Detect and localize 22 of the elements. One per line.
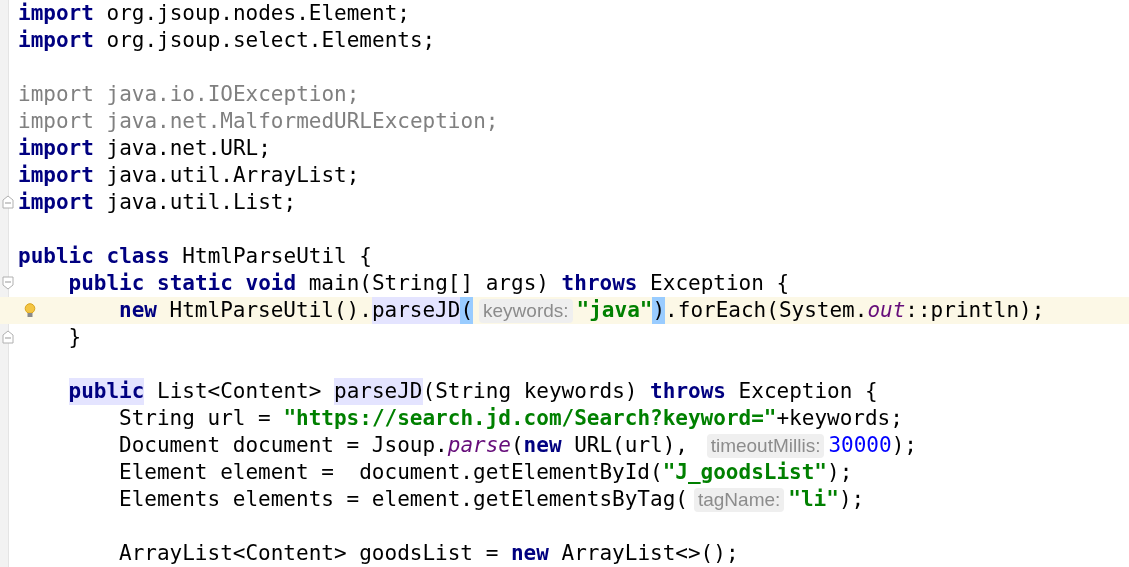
code-line: import java.util.List; bbox=[18, 189, 297, 216]
code-line: Element element = document.getElementById("J_goodsList"); bbox=[119, 459, 853, 486]
code-line: public static void main(String[] args) throws Exception { bbox=[68, 270, 790, 297]
code-line: ArrayList<Content> goodsList = new ArrayList<>(); bbox=[119, 540, 739, 567]
code-line: import java.net.MalformedURLException; bbox=[18, 108, 499, 135]
code-line: } bbox=[68, 324, 82, 351]
code-line: import java.util.ArrayList; bbox=[18, 162, 360, 189]
fold-icon[interactable] bbox=[2, 330, 14, 344]
code-line: new HtmlParseUtil().parseJD( keywords: "java").forEach(System.out::println); bbox=[119, 297, 1045, 324]
code-line: import java.net.URL; bbox=[18, 135, 271, 162]
code-line: import org.jsoup.nodes.Element; bbox=[18, 0, 410, 27]
lightbulb-icon[interactable] bbox=[24, 303, 36, 318]
code-line: public List<Content> parseJD(String keywords) throws Exception { bbox=[68, 378, 878, 405]
code-line: Document document = Jsoup.parse(new URL(url), timeoutMillis: 30000); bbox=[119, 432, 917, 459]
fold-icon[interactable] bbox=[2, 195, 14, 209]
code-line: import org.jsoup.select.Elements; bbox=[18, 27, 436, 54]
fold-icon[interactable] bbox=[2, 276, 14, 290]
code-line: public class HtmlParseUtil { bbox=[18, 243, 372, 270]
code-line: String url = "https://search.jd.com/Search?keyword="+keywords; bbox=[119, 405, 903, 432]
code-editor[interactable] bbox=[0, 0, 1129, 567]
code-line: import java.io.IOException; bbox=[18, 81, 360, 108]
code-line: Elements elements = element.getElementsByTag( tagName: "li"); bbox=[119, 486, 865, 513]
